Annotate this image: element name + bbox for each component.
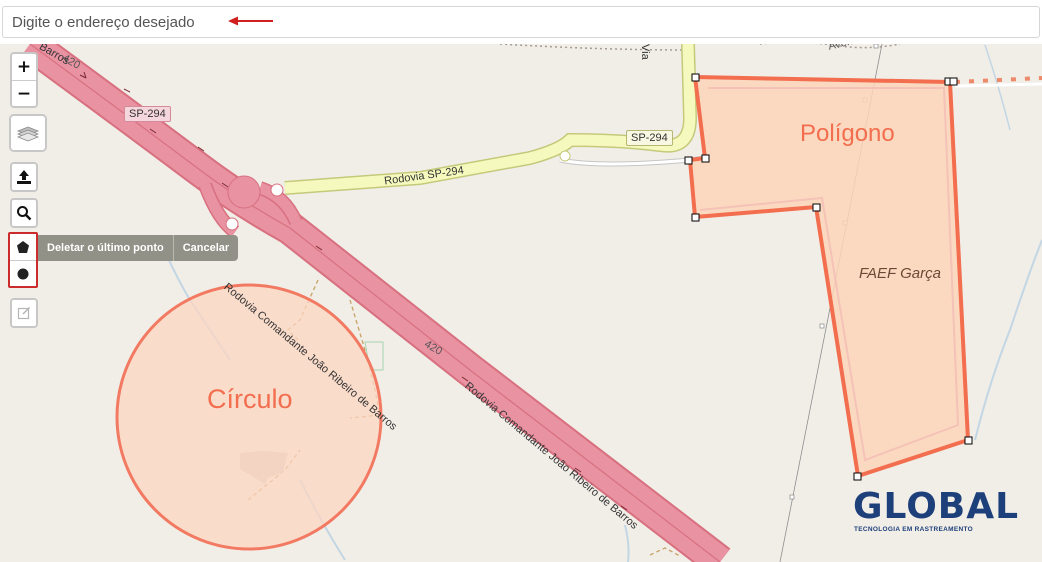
delete-last-point-button[interactable]: Deletar o último ponto <box>38 235 173 261</box>
logo-brand: GLOBAL <box>853 486 1020 527</box>
layers-icon <box>16 126 40 142</box>
circle-label: Círculo <box>207 384 293 414</box>
zoom-control: + − <box>10 52 38 108</box>
draw-polygon-button[interactable] <box>10 234 36 260</box>
zoom-in-button[interactable]: + <box>12 54 36 80</box>
search-bar <box>0 0 1042 44</box>
logo-tagline: TECNOLOGIA EM RASTREAMENTO <box>854 526 974 533</box>
map-search-control <box>10 198 38 228</box>
edit-icon <box>17 306 31 320</box>
road-shield-sp294: SP-294 <box>124 106 171 122</box>
road-shield-sp294: SP-294 <box>626 130 673 146</box>
upload-button[interactable] <box>12 164 36 190</box>
upload-control <box>10 162 38 192</box>
cancel-draw-button[interactable]: Cancelar <box>172 235 239 261</box>
polygon-label: Polígono <box>800 120 895 147</box>
search-icon <box>17 206 32 221</box>
address-search-input[interactable] <box>2 6 1040 38</box>
zoom-out-button[interactable]: − <box>12 80 36 106</box>
layers-control <box>9 114 47 152</box>
red-arrow-annotation <box>228 16 273 26</box>
draw-toolbar <box>8 232 38 288</box>
global-logo: GLOBAL TECNOLOGIA EM RASTREAMENTO <box>853 486 1019 548</box>
area-name-label: FAEF Garça <box>859 265 941 282</box>
map-view[interactable]: SP-294 SP-294 Rodovia SP-294 Rodovia Com… <box>0 44 1042 562</box>
circle-icon <box>17 268 29 279</box>
edit-layers-button <box>12 300 36 326</box>
polygon-icon <box>17 241 29 253</box>
upload-icon <box>17 170 31 184</box>
draw-actions: Deletar o último ponto Cancelar <box>38 235 239 261</box>
layers-button[interactable] <box>11 116 45 150</box>
draw-circle-button[interactable] <box>10 260 36 286</box>
edit-control <box>10 298 38 328</box>
map-search-button[interactable] <box>12 200 36 226</box>
road-label-fragment: Via <box>639 44 651 60</box>
